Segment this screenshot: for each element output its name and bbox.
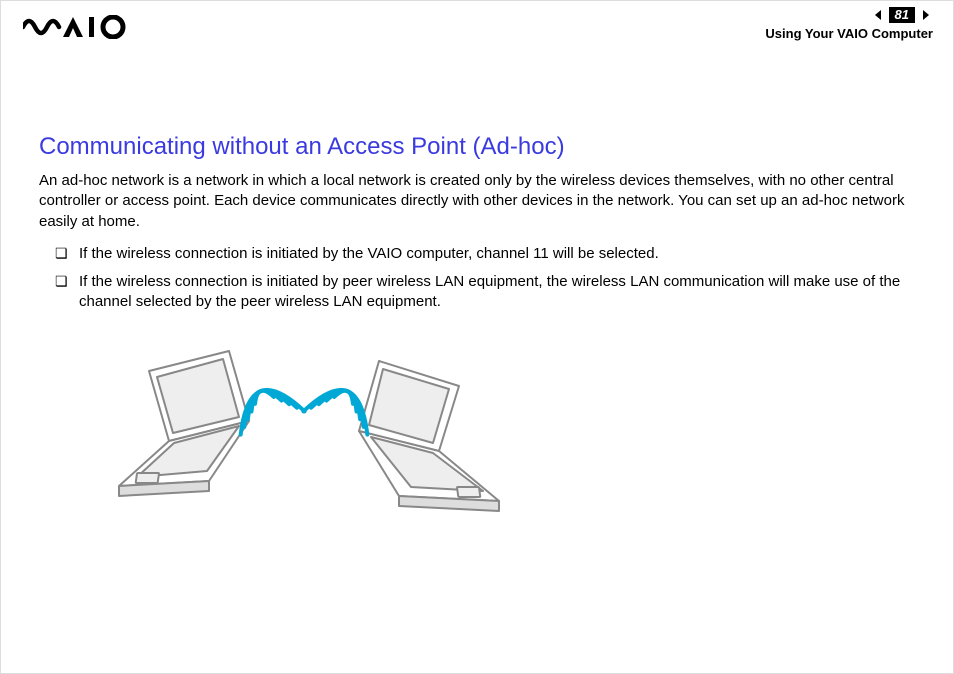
page-content: Communicating without an Access Point (A… bbox=[1, 65, 953, 526]
section-title: Using Your VAIO Computer bbox=[765, 26, 933, 41]
adhoc-illustration-icon bbox=[79, 331, 913, 526]
list-item: If the wireless connection is initiated … bbox=[65, 244, 913, 264]
list-item: If the wireless connection is initiated … bbox=[65, 272, 913, 313]
vaio-logo-icon bbox=[23, 15, 131, 44]
intro-paragraph: An ad-hoc network is a network in which … bbox=[39, 171, 913, 232]
bullet-list: If the wireless connection is initiated … bbox=[39, 244, 913, 313]
prev-page-arrow-icon[interactable] bbox=[871, 8, 885, 22]
page-number: 81 bbox=[889, 7, 915, 23]
page-header: 81 Using Your VAIO Computer bbox=[1, 1, 953, 65]
next-page-arrow-icon[interactable] bbox=[919, 8, 933, 22]
header-nav: 81 Using Your VAIO Computer bbox=[765, 7, 933, 41]
content-heading: Communicating without an Access Point (A… bbox=[39, 133, 913, 161]
